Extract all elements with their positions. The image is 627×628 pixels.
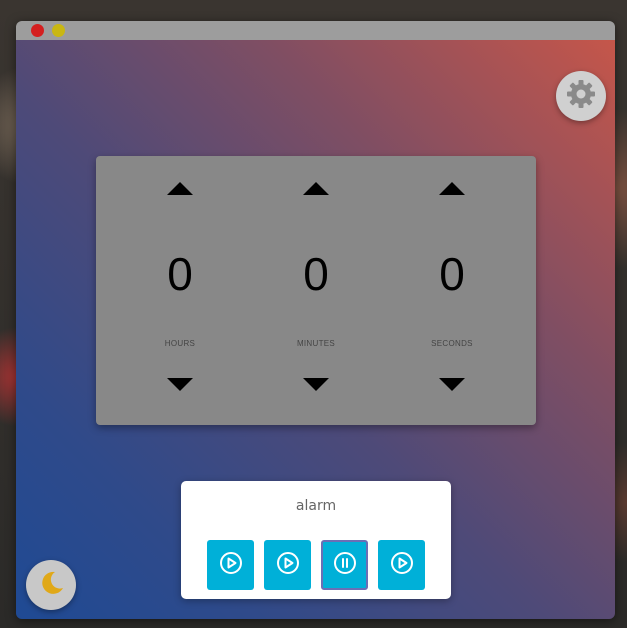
seconds-decrement-button[interactable]: [439, 376, 465, 392]
arrow-down-icon: [303, 377, 329, 391]
hours-value: 0: [167, 248, 193, 300]
arrow-up-icon: [303, 181, 329, 195]
sound-card: alarm: [181, 481, 451, 599]
minutes-value: 0: [303, 248, 329, 300]
app-content: 0 HOURS 0 MINUTES 0 SECONDS alarm: [16, 40, 615, 619]
sound-play-button-2[interactable]: [264, 540, 311, 590]
minutes-column: 0 MINUTES: [256, 156, 376, 425]
sound-pause-button-3[interactable]: [321, 540, 368, 590]
moon-icon: [36, 568, 66, 602]
seconds-value: 0: [439, 248, 465, 300]
arrow-down-icon: [439, 377, 465, 391]
hours-label: HOURS: [164, 339, 196, 348]
play-icon: [275, 550, 301, 580]
sound-play-button-1[interactable]: [207, 540, 254, 590]
sound-title: alarm: [295, 498, 337, 514]
app-window: 0 HOURS 0 MINUTES 0 SECONDS alarm: [16, 21, 615, 619]
seconds-column: 0 SECONDS: [392, 156, 512, 425]
play-icon: [389, 550, 415, 580]
pause-icon: [332, 550, 358, 580]
gear-icon: [565, 78, 597, 114]
theme-toggle-button[interactable]: [26, 560, 76, 610]
hours-column: 0 HOURS: [120, 156, 240, 425]
minutes-label: MINUTES: [296, 339, 336, 348]
arrow-up-icon: [167, 181, 193, 195]
seconds-label: SECONDS: [431, 339, 473, 348]
title-bar[interactable]: [16, 21, 615, 40]
minutes-decrement-button[interactable]: [303, 376, 329, 392]
arrow-down-icon: [167, 377, 193, 391]
hours-decrement-button[interactable]: [167, 376, 193, 392]
minutes-increment-button[interactable]: [303, 180, 329, 196]
hours-increment-button[interactable]: [167, 180, 193, 196]
arrow-up-icon: [439, 181, 465, 195]
minimize-window-button[interactable]: [52, 24, 65, 37]
play-icon: [218, 550, 244, 580]
settings-button[interactable]: [556, 71, 606, 121]
close-window-button[interactable]: [31, 24, 44, 37]
timer-panel: 0 HOURS 0 MINUTES 0 SECONDS: [96, 156, 536, 425]
sound-play-button-4[interactable]: [378, 540, 425, 590]
seconds-increment-button[interactable]: [439, 180, 465, 196]
